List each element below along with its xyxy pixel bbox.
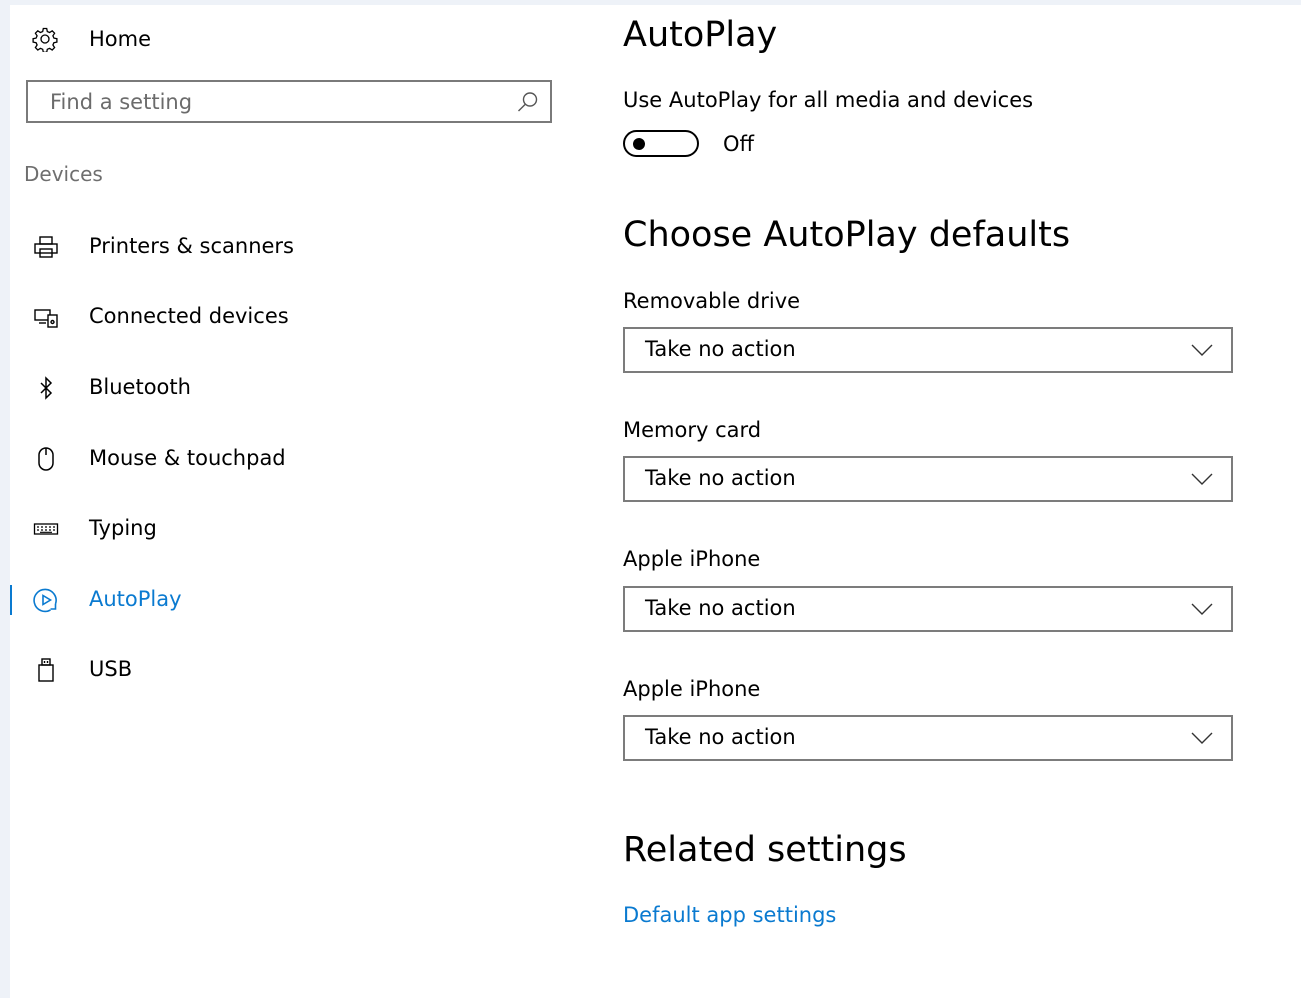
connected-devices-icon: [32, 303, 59, 330]
sidebar-item-label: Mouse & touchpad: [89, 446, 286, 470]
sidebar-item-typing[interactable]: Typing: [10, 503, 590, 553]
section-label-devices: Devices: [24, 162, 103, 186]
sidebar-item-mouse[interactable]: Mouse & touchpad: [10, 433, 590, 483]
apple-iphone-2-dropdown[interactable]: Take no action: [623, 715, 1233, 761]
printer-icon: [32, 233, 59, 260]
sidebar-item-bluetooth[interactable]: Bluetooth: [10, 362, 590, 412]
default-app-settings-link[interactable]: Default app settings: [623, 903, 836, 927]
search-icon[interactable]: [516, 90, 540, 114]
apple-iphone-label: Apple iPhone: [623, 547, 761, 571]
sidebar-item-label: Printers & scanners: [89, 234, 294, 258]
autoplay-icon: [32, 586, 59, 613]
sidebar-item-label: Typing: [89, 516, 157, 540]
gear-icon: [32, 26, 58, 52]
toggle-knob: [633, 138, 645, 150]
apple-iphone-2-label: Apple iPhone: [623, 677, 761, 701]
usb-icon: [32, 656, 59, 683]
sidebar-item-label: Connected devices: [89, 304, 289, 328]
use-autoplay-label: Use AutoPlay for all media and devices: [623, 88, 1034, 112]
sidebar-item-label: USB: [89, 657, 133, 681]
memory-card-dropdown[interactable]: Take no action: [623, 456, 1233, 502]
bluetooth-icon: [32, 374, 59, 401]
sidebar-item-printers[interactable]: Printers & scanners: [10, 221, 590, 271]
chevron-down-icon: [1191, 603, 1213, 615]
autoplay-toggle[interactable]: [623, 130, 699, 157]
search-input[interactable]: [28, 82, 508, 121]
home-nav[interactable]: Home: [32, 22, 151, 56]
chevron-down-icon: [1191, 473, 1213, 485]
keyboard-icon: [32, 515, 59, 542]
sidebar-item-label: AutoPlay: [89, 587, 182, 611]
search-box: [26, 80, 552, 123]
toggle-state-label: Off: [723, 132, 754, 156]
memory-card-label: Memory card: [623, 418, 762, 442]
mouse-icon: [32, 445, 59, 472]
active-indicator: [10, 585, 12, 615]
removable-drive-label: Removable drive: [623, 289, 801, 313]
removable-drive-dropdown[interactable]: Take no action: [623, 327, 1233, 373]
sidebar-item-autoplay[interactable]: AutoPlay: [10, 574, 590, 624]
dropdown-value: Take no action: [645, 725, 796, 749]
related-settings-heading: Related settings: [623, 830, 907, 870]
chevron-down-icon: [1191, 732, 1213, 744]
home-label: Home: [89, 27, 152, 51]
sidebar-item-connected-devices[interactable]: Connected devices: [10, 291, 590, 341]
dropdown-value: Take no action: [645, 466, 796, 490]
dropdown-value: Take no action: [645, 337, 796, 361]
defaults-heading: Choose AutoPlay defaults: [623, 215, 1071, 255]
dropdown-value: Take no action: [645, 596, 796, 620]
chevron-down-icon: [1191, 344, 1213, 356]
settings-window: Home Devices Printers & scanners: [10, 5, 1301, 998]
apple-iphone-dropdown[interactable]: Take no action: [623, 586, 1233, 632]
sidebar-item-usb[interactable]: USB: [10, 644, 590, 694]
sidebar-item-label: Bluetooth: [89, 375, 191, 399]
page-title: AutoPlay: [623, 15, 778, 55]
